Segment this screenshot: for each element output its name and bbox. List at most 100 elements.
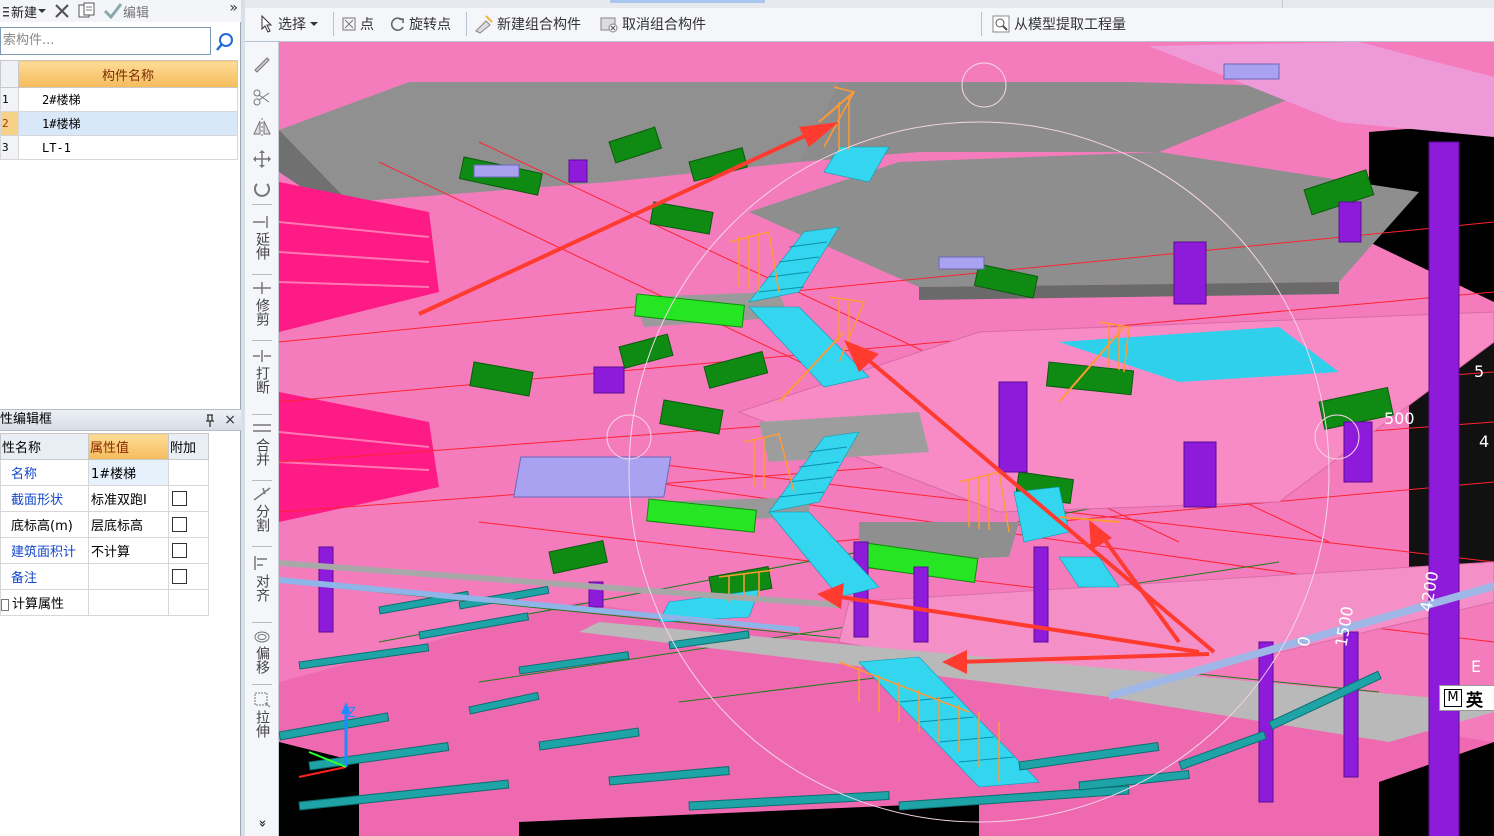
dim-label: 5	[1474, 362, 1485, 381]
edit-button[interactable]: 编辑	[100, 0, 152, 22]
expand-toggle-icon[interactable]	[1, 598, 9, 611]
property-extra	[168, 459, 209, 486]
stretch-label: 拉伸	[254, 710, 270, 738]
new-button[interactable]: 新建	[0, 0, 50, 22]
new-group-label: 新建组合构件	[497, 17, 581, 33]
more-chevron-icon[interactable]: »	[229, 0, 238, 16]
row-index: 1	[0, 87, 19, 112]
property-name-header: 性名称	[0, 433, 89, 460]
property-group-row[interactable]: 计算属性	[0, 589, 209, 616]
delete-button[interactable]	[50, 0, 74, 22]
property-table: 性名称 属性值 附加 名称 1#楼梯 截面形状 标准双跑I 底标高(m) 层底标…	[0, 433, 209, 616]
rotate-icon	[390, 17, 404, 31]
index-header	[0, 60, 19, 88]
axis-z-label: Z	[347, 706, 356, 721]
extra-checkbox[interactable]	[172, 569, 187, 584]
component-name-header: 构件名称	[18, 60, 238, 88]
row-name: 2#楼梯	[18, 87, 238, 112]
align-label: 对齐	[254, 574, 270, 602]
move-tool[interactable]	[245, 148, 279, 170]
edit-toolbar-vertical: 延伸 修剪 打断 合并 分割 对齐 偏移 拉伸 »	[245, 42, 279, 836]
mirror-copy-tool[interactable]	[245, 86, 279, 108]
property-row[interactable]: 建筑面积计 不计算	[0, 537, 209, 564]
table-row[interactable]: 1 2#楼梯	[0, 87, 238, 112]
property-extra-header: 附加	[168, 433, 209, 460]
offset-tool[interactable]: 偏移	[245, 628, 279, 674]
point-icon	[342, 17, 356, 31]
split-tool[interactable]: 分割	[245, 486, 279, 532]
table-row-selected[interactable]: 2 1#楼梯	[0, 111, 238, 136]
point-label: 点	[360, 17, 374, 33]
checkmark-icon	[103, 3, 123, 20]
search-input[interactable]: 索构件...	[0, 27, 211, 55]
point-button[interactable]: 点	[341, 12, 374, 36]
extra-checkbox[interactable]	[172, 517, 187, 532]
3d-viewport[interactable]: Z 5 500 4 0 1500 4200 E M 英	[279, 42, 1494, 836]
pencil-icon	[254, 57, 270, 73]
property-name: 建筑面积计	[0, 537, 89, 564]
cancel-group-button[interactable]: 取消组合构件	[599, 12, 706, 36]
property-value[interactable]: 层底标高	[88, 511, 169, 538]
dim-label: 4	[1479, 432, 1490, 451]
property-value[interactable]: 标准双跑I	[88, 485, 169, 512]
property-group-label: 计算属性	[0, 589, 89, 616]
property-value[interactable]: 1#楼梯	[88, 459, 169, 486]
rotate-tool[interactable]	[245, 178, 279, 200]
property-name: 底标高(m)	[0, 511, 89, 538]
cancel-group-label: 取消组合构件	[622, 17, 706, 33]
property-row[interactable]: 底标高(m) 层底标高	[0, 511, 209, 538]
extra-checkbox[interactable]	[172, 543, 187, 558]
app-window: 新建 编辑 » 索构件... 构件名称 1 2#楼梯 2 1#楼梯 3 LT-1…	[0, 0, 1494, 836]
close-icon[interactable]: ×	[224, 410, 236, 430]
extra-checkbox[interactable]	[172, 491, 187, 506]
extend-label: 延伸	[254, 232, 270, 260]
trim-tool[interactable]: 修剪	[245, 280, 279, 326]
pin-icon[interactable]	[205, 410, 215, 430]
property-name: 名称	[0, 459, 89, 486]
property-row[interactable]: 截面形状 标准双跑I	[0, 485, 209, 512]
break-tool[interactable]: 打断	[245, 348, 279, 394]
new-group-button[interactable]: 新建组合构件	[474, 12, 581, 36]
move-icon	[253, 150, 271, 168]
align-tool[interactable]: 对齐	[245, 554, 279, 602]
copy-button[interactable]	[74, 0, 100, 22]
component-list-panel: 新建 编辑 » 索构件... 构件名称 1 2#楼梯 2 1#楼梯 3 LT-1…	[0, 0, 241, 836]
main-toolbar: 选择 点 旋转点 新建组合构件 取消组合构件 从模型提取工程量	[245, 0, 1494, 42]
trim-label: 修剪	[254, 298, 270, 326]
merge-label: 合并	[254, 438, 270, 466]
dropdown-arrow-icon	[38, 9, 47, 13]
more-chevron-icon[interactable]: »	[255, 807, 270, 836]
stretch-tool[interactable]: 拉伸	[245, 690, 279, 738]
select-label: 选择	[278, 17, 306, 33]
property-row[interactable]: 备注	[0, 563, 209, 590]
merge-tool[interactable]: 合并	[245, 420, 279, 466]
property-value[interactable]: 不计算	[88, 537, 169, 564]
row-index: 3	[0, 135, 19, 160]
property-name: 截面形状	[0, 485, 89, 512]
mirror-icon	[253, 118, 271, 136]
property-row[interactable]: 名称 1#楼梯	[0, 459, 209, 486]
property-value-header: 属性值	[88, 433, 169, 460]
rotate-icon	[254, 183, 270, 197]
dropdown-arrow-icon	[310, 22, 318, 26]
pencil-tool[interactable]	[245, 52, 279, 74]
table-row[interactable]: 3 LT-1	[0, 135, 238, 160]
extract-quantity-button[interactable]: 从模型提取工程量	[991, 12, 1126, 36]
property-value[interactable]	[88, 563, 169, 590]
row-index: 2	[0, 111, 19, 136]
mirror-tool[interactable]	[245, 116, 279, 138]
extract-quantity-label: 从模型提取工程量	[1014, 17, 1126, 33]
extend-tool[interactable]: 延伸	[245, 214, 279, 260]
rotate-point-button[interactable]: 旋转点	[388, 12, 451, 36]
new-group-icon	[475, 15, 493, 34]
input-method-badge[interactable]: M 英	[1439, 685, 1494, 711]
property-panel-title-text: 性编辑框	[0, 412, 53, 427]
search-icon[interactable]	[214, 31, 236, 53]
offset-label: 偏移	[254, 646, 270, 674]
select-button[interactable]: 选择	[259, 12, 322, 36]
dim-label: 500	[1384, 409, 1415, 428]
cursor-icon	[261, 15, 273, 33]
row-name: LT-1	[18, 135, 238, 160]
split-icon	[253, 487, 271, 501]
search-text: 索构件...	[3, 33, 55, 48]
